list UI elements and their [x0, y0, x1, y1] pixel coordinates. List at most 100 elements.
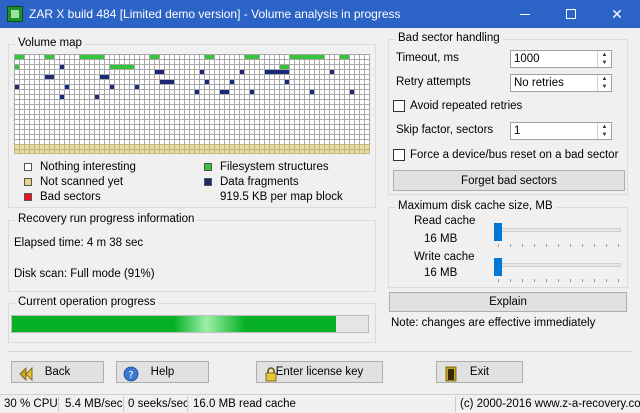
maximize-button[interactable] — [548, 0, 594, 28]
legend-swatch-bad — [24, 193, 32, 201]
read-cache-label: Read cache — [414, 215, 476, 227]
data-fragment-block — [265, 70, 289, 74]
button-label: Exit — [469, 366, 490, 378]
data-fragment-block — [240, 70, 244, 74]
data-fragment-block — [230, 80, 234, 84]
close-button[interactable]: ✕ — [594, 0, 640, 28]
legend-label: Nothing interesting — [40, 161, 136, 173]
skip-factor-value: 1 — [514, 125, 521, 137]
legend-data-fragments: Data fragments — [204, 176, 299, 188]
data-fragment-block — [350, 90, 354, 94]
read-cache-track[interactable] — [495, 228, 621, 232]
skip-factor-label: Skip factor, sectors — [396, 124, 494, 136]
data-fragment-block — [155, 70, 164, 74]
app-icon — [7, 6, 23, 22]
legend-swatch-empty — [24, 163, 32, 171]
checkbox-label: Force a device/bus reset on a bad sector — [410, 149, 619, 161]
forget-bad-sectors-button[interactable]: Forget bad sectors — [393, 170, 625, 191]
data-fragment-block — [95, 95, 99, 99]
back-button[interactable]: Back — [11, 361, 104, 383]
seek-rate: 0 seeks/sec — [128, 398, 189, 410]
title-bar: ZAR X build 484 [Limited demo version] -… — [0, 0, 640, 28]
exit-button[interactable]: Exit — [436, 361, 523, 383]
minimize-button[interactable] — [502, 0, 548, 28]
block-size-text: 919.5 KB per map block — [220, 191, 343, 203]
read-cache-slider[interactable] — [494, 223, 502, 241]
cache-size: 16.0 MB read cache — [193, 398, 296, 410]
window-title: ZAR X build 484 [Limited demo version] -… — [29, 7, 401, 21]
data-fragment-block — [205, 80, 209, 84]
read-cache-ticks — [498, 244, 620, 247]
copyright-text: (c) 2000-2016 www.z-a-recovery.com — [460, 398, 640, 410]
recovery-info-group: Recovery run progress information — [8, 213, 376, 292]
retry-value: No retries — [514, 77, 564, 89]
minimize-icon — [520, 13, 530, 15]
help-button[interactable]: ? Help — [116, 361, 209, 383]
disk-cache-title: Maximum disk cache size, MB — [395, 200, 556, 212]
current-progress-title: Current operation progress — [15, 296, 159, 308]
spin-arrows-icon[interactable]: ▲ ▼ — [597, 123, 611, 139]
force-reset-checkbox[interactable]: Force a device/bus reset on a bad sector — [393, 149, 618, 161]
filesystem-block — [340, 55, 349, 59]
not-scanned-region — [14, 144, 370, 154]
avoid-retries-checkbox[interactable]: Avoid repeated retries — [393, 100, 522, 112]
explain-button[interactable]: Explain — [389, 292, 627, 312]
write-cache-slider[interactable] — [494, 258, 502, 276]
spin-arrows-icon[interactable]: ▲ ▼ — [597, 51, 611, 67]
legend-not-scanned: Not scanned yet — [24, 176, 123, 188]
filesystem-block — [80, 55, 104, 59]
maximize-icon — [566, 9, 576, 19]
retry-label: Retry attempts — [396, 76, 471, 88]
status-divider — [58, 397, 59, 412]
button-label: Forget bad sectors — [461, 174, 557, 187]
filesystem-block — [150, 55, 159, 59]
changes-note: Note: changes are effective immediately — [391, 317, 596, 329]
lock-icon — [265, 367, 277, 382]
data-fragment-block — [135, 85, 139, 89]
bottom-separator — [8, 351, 632, 352]
help-icon: ? — [123, 366, 139, 382]
legend-label: Bad sectors — [40, 191, 101, 203]
timeout-label: Timeout, ms — [396, 52, 459, 64]
data-fragment-block — [310, 90, 314, 94]
legend-nothing-interesting: Nothing interesting — [24, 161, 136, 173]
exit-icon — [445, 366, 457, 382]
elapsed-time: Elapsed time: 4 m 38 sec — [14, 237, 144, 249]
legend-swatch-filesystem — [204, 163, 212, 171]
data-fragment-block — [60, 95, 64, 99]
legend-label: Filesystem structures — [220, 161, 329, 173]
data-fragment-block — [220, 90, 229, 94]
spin-arrows-icon[interactable]: ▲ ▼ — [597, 75, 611, 91]
data-fragment-block — [200, 70, 204, 74]
filesystem-block — [245, 55, 259, 59]
write-cache-ticks — [498, 279, 620, 282]
data-fragment-block — [250, 90, 254, 94]
legend-swatch-data — [204, 178, 212, 186]
checkbox-label: Avoid repeated retries — [410, 100, 523, 112]
filesystem-block — [290, 55, 324, 59]
legend-swatch-not-scanned — [24, 178, 32, 186]
data-fragment-block — [65, 85, 69, 89]
checkbox-box[interactable] — [393, 100, 405, 112]
filesystem-block — [15, 55, 24, 59]
skip-factor-stepper[interactable]: 1 ▲ ▼ — [510, 122, 612, 140]
button-label: Explain — [489, 296, 527, 308]
double-left-arrow-icon — [19, 367, 33, 381]
data-fragment-block — [100, 75, 109, 79]
retry-stepper[interactable]: No retries ▲ ▼ — [510, 74, 612, 92]
checkbox-box[interactable] — [393, 149, 405, 161]
button-label: Enter license key — [275, 366, 364, 378]
filesystem-block — [45, 55, 54, 59]
data-fragment-block — [45, 75, 54, 79]
status-divider — [455, 397, 456, 412]
write-cache-track[interactable] — [495, 263, 621, 267]
license-key-button[interactable]: Enter license key — [256, 361, 383, 383]
filesystem-block — [280, 65, 289, 69]
data-fragment-block — [160, 80, 174, 84]
disk-scan-status: Disk scan: Full mode (91%) — [14, 268, 155, 280]
data-fragment-block — [285, 80, 289, 84]
data-fragment-block — [60, 65, 64, 69]
data-fragment-block — [330, 70, 334, 74]
recovery-info-title: Recovery run progress information — [15, 213, 198, 225]
timeout-stepper[interactable]: 1000 ▲ ▼ — [510, 50, 612, 68]
